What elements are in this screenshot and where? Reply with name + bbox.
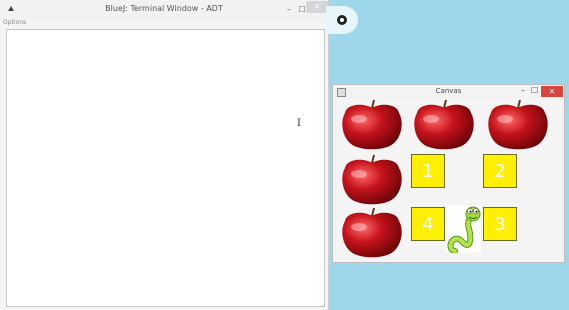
canvas-title: Canvas: [435, 87, 462, 95]
terminal-window: BlueJ: Terminal Window - ADT – ☐ ✕ Optio…: [0, 0, 329, 310]
canvas-close-button[interactable]: ✕: [541, 86, 563, 97]
close-button[interactable]: ✕: [306, 1, 328, 13]
apple-icon: [342, 99, 402, 150]
canvas-window: Canvas – ☐ ✕ 1 2 4 3: [332, 84, 565, 263]
menu-options[interactable]: Options: [3, 19, 26, 26]
apple-icon: [342, 207, 402, 258]
text-cursor-icon: I: [297, 118, 301, 129]
apple-icon: [488, 99, 548, 150]
number-tile[interactable]: 4: [411, 207, 445, 241]
number-tile[interactable]: 1: [411, 154, 445, 188]
record-icon: [337, 15, 347, 25]
canvas-area[interactable]: 1 2 4 3: [337, 99, 562, 261]
number-tile[interactable]: 3: [483, 207, 517, 241]
canvas-titlebar[interactable]: Canvas – ☐ ✕: [333, 85, 564, 99]
number-tile[interactable]: 2: [483, 154, 517, 188]
record-button[interactable]: [326, 6, 358, 34]
apple-icon: [414, 99, 474, 150]
window-title: BlueJ: Terminal Window - ADT: [105, 4, 223, 13]
terminal-output-area[interactable]: [6, 29, 325, 307]
apple-icon: [342, 154, 402, 205]
canvas-minimize-button[interactable]: –: [521, 86, 525, 95]
worm-icon: [445, 205, 481, 253]
minimize-button[interactable]: –: [283, 5, 295, 15]
terminal-titlebar[interactable]: BlueJ: Terminal Window - ADT – ☐ ✕: [0, 0, 328, 20]
canvas-maximize-button[interactable]: ☐: [531, 86, 538, 95]
